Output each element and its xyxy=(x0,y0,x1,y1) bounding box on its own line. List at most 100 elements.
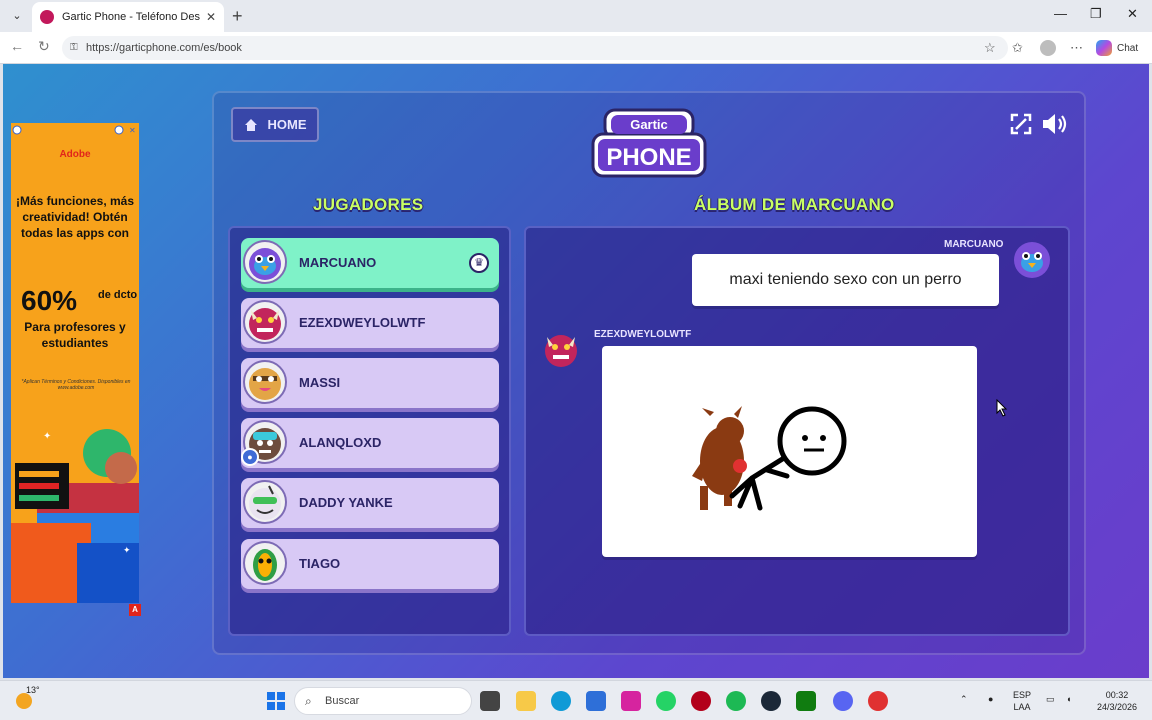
network-icon[interactable]: ▭ xyxy=(1046,693,1055,705)
back-arrow-icon[interactable]: ← xyxy=(10,38,24,54)
player-avatar xyxy=(243,240,287,284)
profile-avatar[interactable] xyxy=(1040,40,1056,56)
new-tab-button[interactable]: + xyxy=(232,6,243,27)
ad-subline: Para profesores y estudiantes xyxy=(24,320,126,350)
clock-date: 24/3/2026 xyxy=(1096,702,1138,712)
close-window-button[interactable]: ✕ xyxy=(1127,6,1138,22)
player-row-tiago[interactable]: TIAGO xyxy=(241,539,499,589)
url-field[interactable]: ⚿ https://garticphone.com/es/book xyxy=(62,36,1008,60)
file-explorer-icon[interactable] xyxy=(516,691,536,711)
task-view-icon[interactable] xyxy=(480,691,500,711)
browser-tab-bar: ⌄ Gartic Phone - Teléfono Descompuesto ✕… xyxy=(0,0,1152,32)
spotify-icon[interactable] xyxy=(726,691,746,711)
player-avatar xyxy=(243,300,287,344)
adobe-advertisement[interactable]: ✕ Adobe ¡Más funciones, más creatividad!… xyxy=(11,123,139,603)
logo-bottom-text: PHONE xyxy=(606,144,691,171)
player-avatar xyxy=(243,360,287,404)
svg-text:✕: ✕ xyxy=(129,126,136,135)
copilot-icon xyxy=(1096,40,1112,56)
weather-icon[interactable] xyxy=(16,693,32,709)
ad-illustration: ✦ ✦ xyxy=(11,429,139,603)
album-title: ÁLBUM DE MARCUANO xyxy=(694,195,895,214)
clock-time: 00:32 xyxy=(1105,690,1129,700)
xbox-icon[interactable] xyxy=(796,691,816,711)
player-name: TIAGO xyxy=(299,556,341,571)
home-icon xyxy=(244,118,257,131)
tray-overflow-icon[interactable]: ⌃ xyxy=(960,693,968,705)
whatsapp-icon[interactable] xyxy=(656,691,676,711)
player-row-daddy-yanke[interactable]: DADDY YANKE xyxy=(241,478,499,528)
lang-top: ESP xyxy=(1013,690,1032,700)
gartic-favicon-icon xyxy=(40,10,54,24)
tab-list-icon[interactable]: ⌄ xyxy=(8,7,26,25)
author-avatar-marcuano xyxy=(1012,240,1052,280)
user-badge-icon: ● xyxy=(241,448,259,466)
copilot-chat-button[interactable]: Chat xyxy=(1096,40,1138,56)
player-avatar xyxy=(243,541,287,585)
address-toolbar: ← ↻ ⚿ https://garticphone.com/es/book ☆ … xyxy=(0,32,1152,64)
ad-fine-print: *Aplican Términos y Condiciones. Disponi… xyxy=(21,379,131,391)
text-entry-bubble: maxi teniendo sexo con un perro xyxy=(692,254,999,306)
app-icon[interactable] xyxy=(691,691,711,711)
instagram-icon[interactable] xyxy=(621,691,641,711)
fullscreen-icon[interactable] xyxy=(1009,112,1033,136)
player-name: MARCUANO xyxy=(299,255,377,270)
reload-icon[interactable]: ↻ xyxy=(38,38,50,55)
search-icon: ⌕ xyxy=(305,694,312,708)
player-row-massi[interactable]: MASSI xyxy=(241,358,499,408)
steam-icon[interactable] xyxy=(761,691,781,711)
stick-figure-drawing xyxy=(692,406,847,511)
svg-text:✦: ✦ xyxy=(123,545,131,555)
game-page: ✕ Adobe ¡Más funciones, más creatividad!… xyxy=(3,64,1149,678)
host-crown-icon: ♛ xyxy=(469,253,489,273)
volume-icon[interactable] xyxy=(1041,112,1069,136)
taskbar-search[interactable]: ⌕ Buscar xyxy=(294,687,472,715)
ad-percent: 60% xyxy=(21,285,78,316)
mouse-cursor-icon xyxy=(996,399,1008,417)
favorite-star-icon[interactable]: ☆ xyxy=(984,40,996,56)
clock[interactable]: 00:32 24/3/2026 xyxy=(1092,689,1142,713)
language-indicator[interactable]: ESP LAA xyxy=(1013,689,1031,713)
player-row-alanqloxd[interactable]: ● ALANQLOXD xyxy=(241,418,499,468)
ad-choices-badge[interactable]: A xyxy=(129,604,141,616)
site-info-icon[interactable]: ⚿ xyxy=(70,36,78,60)
player-row-marcuano[interactable]: MARCUANO ♛ xyxy=(241,238,499,288)
ad-info-bar: ✕ xyxy=(11,123,139,135)
url-text: https://garticphone.com/es/book xyxy=(86,42,242,54)
edge-icon[interactable] xyxy=(551,691,571,711)
players-title: JUGADORES xyxy=(313,195,424,214)
tab-title: Gartic Phone - Teléfono Descompuesto xyxy=(62,11,200,23)
maximize-button[interactable]: ❐ xyxy=(1090,6,1102,22)
browser-tab[interactable]: Gartic Phone - Teléfono Descompuesto ✕ xyxy=(32,2,224,32)
drawing-entry-canvas xyxy=(602,346,977,557)
lang-bottom: LAA xyxy=(1013,702,1031,712)
store-icon[interactable] xyxy=(586,691,606,711)
discord-icon[interactable] xyxy=(833,691,853,711)
ad-headline: ¡Más funciones, más creatividad! Obtén t… xyxy=(15,194,135,240)
player-name: ALANQLOXD xyxy=(299,435,382,450)
search-placeholder: Buscar xyxy=(325,695,360,707)
favorites-icon[interactable]: ✩ xyxy=(1012,40,1023,56)
entry-author: MARCUANO xyxy=(944,239,1004,250)
volume-tray-icon[interactable]: ◖ xyxy=(1066,693,1071,705)
home-label: HOME xyxy=(267,117,307,132)
weather-temp: 13° xyxy=(26,685,40,695)
ad-brand: Adobe xyxy=(59,149,91,160)
more-menu-icon[interactable]: ⋯ xyxy=(1070,40,1083,56)
tab-close-icon[interactable]: ✕ xyxy=(206,10,216,24)
entry-author: EZEXDWEYLOLWTF xyxy=(594,329,692,340)
author-avatar-ezexdweylolwtf xyxy=(541,329,581,369)
entry-text: maxi teniendo sexo con un perro xyxy=(729,271,962,288)
windows-taskbar: 13° ⌕ Buscar ⌃ ● ESP LAA ▭ ◖ 00:32 24/3/… xyxy=(0,680,1152,720)
player-name: DADDY YANKE xyxy=(299,495,393,510)
microphone-icon[interactable]: ● xyxy=(988,693,993,705)
player-name: EZEXDWEYLOLWTF xyxy=(299,315,426,330)
gartic-phone-logo: Gartic PHONE xyxy=(591,108,707,178)
windows-start-icon[interactable] xyxy=(266,691,286,711)
chat-label: Chat xyxy=(1117,42,1139,54)
player-avatar xyxy=(243,480,287,524)
app-icon[interactable] xyxy=(868,691,888,711)
player-row-ezexdweylolwtf[interactable]: EZEXDWEYLOLWTF xyxy=(241,298,499,348)
home-button[interactable]: HOME xyxy=(231,107,319,142)
minimize-button[interactable]: — xyxy=(1054,6,1067,21)
